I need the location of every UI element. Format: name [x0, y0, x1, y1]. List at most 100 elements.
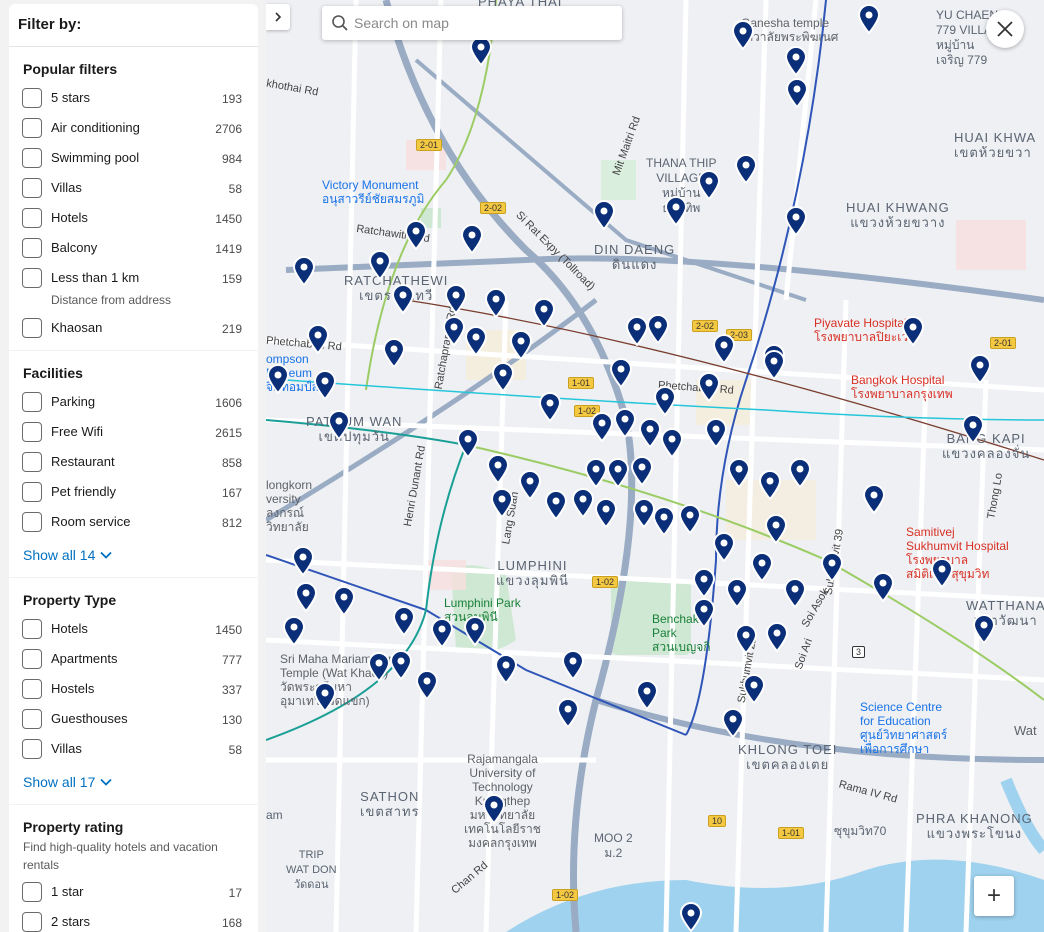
- hotel-map-pin[interactable]: [788, 458, 812, 488]
- hotel-map-pin[interactable]: [857, 4, 881, 34]
- hotel-map-pin[interactable]: [594, 498, 618, 528]
- hotel-map-pin[interactable]: [660, 428, 684, 458]
- hotel-map-pin[interactable]: [404, 220, 428, 250]
- hotel-map-pin[interactable]: [382, 338, 406, 368]
- hotel-map-pin[interactable]: [742, 674, 766, 704]
- filter-type-villas[interactable]: Villas 58: [22, 738, 242, 760]
- zoom-in-button[interactable]: +: [974, 876, 1014, 916]
- checkbox[interactable]: [22, 178, 42, 198]
- hotel-map-pin[interactable]: [509, 330, 533, 360]
- checkbox[interactable]: [22, 208, 42, 228]
- hotel-map-pin[interactable]: [463, 616, 487, 646]
- hotel-map-pin[interactable]: [313, 682, 337, 712]
- checkbox[interactable]: [22, 912, 42, 932]
- hotel-map-pin[interactable]: [486, 454, 510, 484]
- hotel-map-pin[interactable]: [584, 458, 608, 488]
- hotel-map-pin[interactable]: [765, 622, 789, 652]
- hotel-map-pin[interactable]: [313, 370, 337, 400]
- hotel-map-pin[interactable]: [590, 412, 614, 442]
- hotel-map-pin[interactable]: [368, 250, 392, 280]
- hotel-map-pin[interactable]: [490, 488, 514, 518]
- hotel-map-pin[interactable]: [613, 408, 637, 438]
- checkbox[interactable]: [22, 709, 42, 729]
- hotel-map-pin[interactable]: [415, 670, 439, 700]
- hotel-map-pin[interactable]: [712, 334, 736, 364]
- hotel-map-pin[interactable]: [704, 418, 728, 448]
- hotel-map-pin[interactable]: [692, 568, 716, 598]
- filter-restaurant[interactable]: Restaurant 858: [22, 451, 242, 473]
- hotel-map-pin[interactable]: [758, 470, 782, 500]
- filter-balcony[interactable]: Balcony 1419: [22, 237, 242, 259]
- filter-hotels[interactable]: Hotels 1450: [22, 207, 242, 229]
- hotel-map-pin[interactable]: [784, 206, 808, 236]
- hotel-map-pin[interactable]: [725, 578, 749, 608]
- filter-type-hostels[interactable]: Hostels 337: [22, 678, 242, 700]
- hotel-map-pin[interactable]: [538, 392, 562, 422]
- hotel-map-pin[interactable]: [785, 78, 809, 108]
- checkbox[interactable]: [22, 512, 42, 532]
- filter-less-than-1km[interactable]: Less than 1 km 159: [22, 267, 242, 289]
- hotel-map-pin[interactable]: [692, 598, 716, 628]
- hotel-map-pin[interactable]: [638, 418, 662, 448]
- hotel-map-pin[interactable]: [820, 552, 844, 582]
- hotel-map-pin[interactable]: [282, 616, 306, 646]
- filter-type-hotels[interactable]: Hotels 1450: [22, 618, 242, 640]
- hotel-map-pin[interactable]: [678, 504, 702, 534]
- hotel-map-pin[interactable]: [783, 578, 807, 608]
- hotel-map-pin[interactable]: [930, 558, 954, 588]
- filter-air-conditioning[interactable]: Air conditioning 2706: [22, 117, 242, 139]
- checkbox[interactable]: [22, 452, 42, 472]
- hotel-map-pin[interactable]: [653, 386, 677, 416]
- hotel-map-pin[interactable]: [561, 650, 585, 680]
- hotel-map-pin[interactable]: [972, 614, 996, 644]
- hotel-map-pin[interactable]: [609, 358, 633, 388]
- collapse-sidebar-button[interactable]: [266, 4, 290, 30]
- hotel-map-pin[interactable]: [484, 288, 508, 318]
- filter-room-service[interactable]: Room service 812: [22, 511, 242, 533]
- checkbox[interactable]: [22, 882, 42, 902]
- hotel-map-pin[interactable]: [518, 470, 542, 500]
- hotel-map-pin[interactable]: [544, 490, 568, 520]
- filter-swimming-pool[interactable]: Swimming pool 984: [22, 147, 242, 169]
- hotel-map-pin[interactable]: [697, 372, 721, 402]
- map-view[interactable]: PHAYA THAI YU CHAENG 779 VILLA หมู่บ้าน …: [266, 0, 1044, 932]
- hotel-map-pin[interactable]: [292, 256, 316, 286]
- checkbox[interactable]: [22, 482, 42, 502]
- filter-parking[interactable]: Parking 1606: [22, 391, 242, 413]
- hotel-map-pin[interactable]: [606, 458, 630, 488]
- hotel-map-pin[interactable]: [727, 458, 751, 488]
- hotel-map-pin[interactable]: [464, 326, 488, 356]
- filter-type-apartments[interactable]: Apartments 777: [22, 648, 242, 670]
- map-search-input[interactable]: [354, 6, 614, 40]
- hotel-map-pin[interactable]: [460, 224, 484, 254]
- hotel-map-pin[interactable]: [734, 624, 758, 654]
- checkbox[interactable]: [22, 318, 42, 338]
- hotel-map-pin[interactable]: [571, 488, 595, 518]
- hotel-map-pin[interactable]: [556, 698, 580, 728]
- hotel-map-pin[interactable]: [784, 46, 808, 76]
- hotel-map-pin[interactable]: [871, 572, 895, 602]
- hotel-map-pin[interactable]: [679, 902, 703, 932]
- filter-2-stars[interactable]: 2 stars 168: [22, 911, 242, 932]
- hotel-map-pin[interactable]: [762, 350, 786, 380]
- hotel-map-pin[interactable]: [721, 708, 745, 738]
- hotel-map-pin[interactable]: [961, 414, 985, 444]
- checkbox[interactable]: [22, 649, 42, 669]
- checkbox[interactable]: [22, 679, 42, 699]
- filter-khaosan[interactable]: Khaosan 219: [22, 317, 242, 339]
- hotel-map-pin[interactable]: [635, 680, 659, 710]
- hotel-map-pin[interactable]: [697, 170, 721, 200]
- filter-5-stars[interactable]: 5 stars 193: [22, 87, 242, 109]
- hotel-map-pin[interactable]: [332, 586, 356, 616]
- hotel-map-pin[interactable]: [592, 200, 616, 230]
- checkbox[interactable]: [22, 88, 42, 108]
- checkbox[interactable]: [22, 619, 42, 639]
- hotel-map-pin[interactable]: [482, 794, 506, 824]
- map-search-box[interactable]: [322, 6, 622, 40]
- hotel-map-pin[interactable]: [392, 606, 416, 636]
- hotel-map-pin[interactable]: [491, 362, 515, 392]
- hotel-map-pin[interactable]: [266, 364, 290, 394]
- hotel-map-pin[interactable]: [734, 154, 758, 184]
- hotel-map-pin[interactable]: [306, 324, 330, 354]
- hotel-map-pin[interactable]: [664, 196, 688, 226]
